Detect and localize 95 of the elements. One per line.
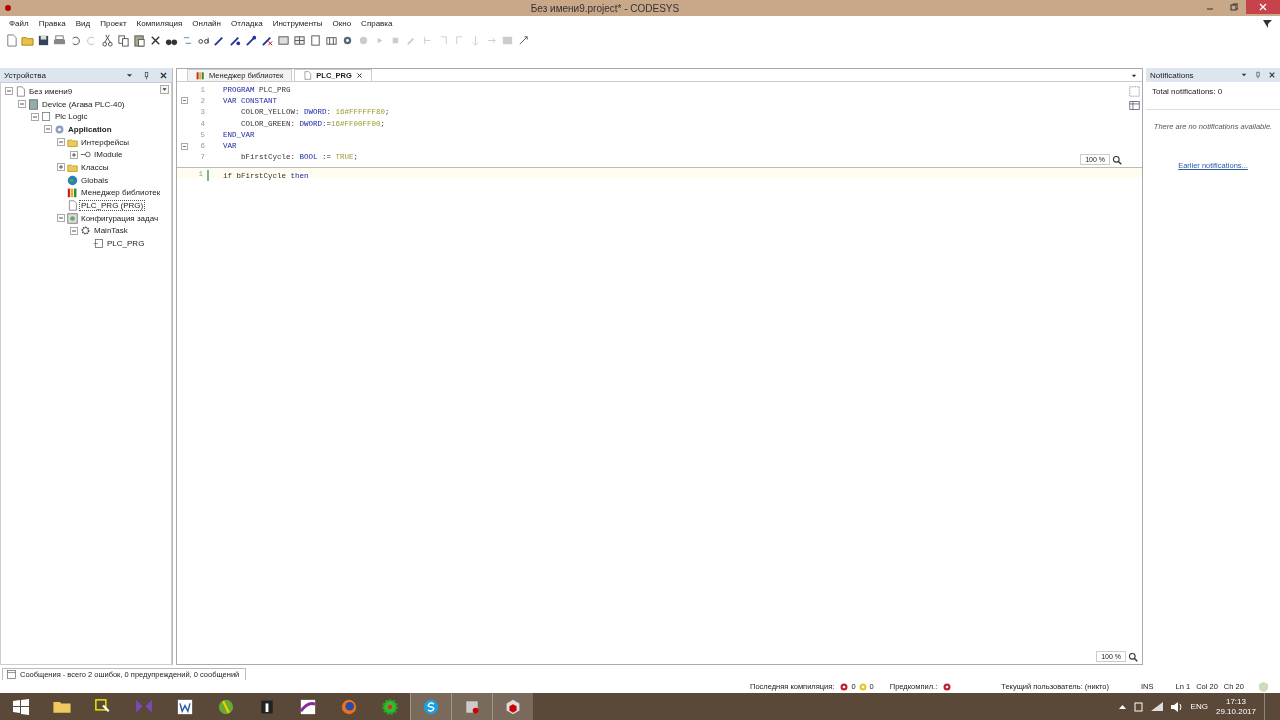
restore-icon xyxy=(1230,3,1238,11)
close-icon xyxy=(1259,3,1267,11)
filter-icon[interactable] xyxy=(1263,19,1272,28)
taskbar-app[interactable] xyxy=(451,693,492,720)
delete-icon[interactable] xyxy=(149,34,162,47)
tree-item[interactable]: Plc Logic xyxy=(54,112,89,122)
expander-icon[interactable] xyxy=(44,125,52,134)
error-icon xyxy=(840,682,849,691)
tree-item[interactable]: PLC_PRG xyxy=(106,239,146,249)
network-icon[interactable] xyxy=(1133,701,1143,712)
new-file-icon[interactable] xyxy=(5,34,18,47)
expand-icon[interactable] xyxy=(517,34,530,47)
pin-icon[interactable] xyxy=(142,70,151,80)
close-icon[interactable] xyxy=(159,70,168,80)
app-icon xyxy=(4,4,12,12)
print-icon[interactable] xyxy=(53,34,66,47)
pin-icon[interactable] xyxy=(245,34,258,47)
volume-icon[interactable] xyxy=(1170,701,1183,712)
menu-item[interactable]: Компиляция xyxy=(131,19,188,28)
clock[interactable]: 17:13 29.10.2017 xyxy=(1215,696,1256,717)
table-icon[interactable] xyxy=(1129,100,1140,111)
tree-item[interactable]: IModule xyxy=(93,150,124,160)
window-title: Без имени9.project* - CODESYS xyxy=(529,2,681,14)
save-icon[interactable] xyxy=(37,34,50,47)
pane-title: Устройства xyxy=(4,70,47,80)
grid-icon[interactable] xyxy=(293,34,306,47)
page-icon[interactable] xyxy=(41,111,52,123)
tree-item[interactable]: Device (Агава PLC-40) xyxy=(41,99,126,109)
copy-icon[interactable] xyxy=(117,34,130,47)
books-icon[interactable] xyxy=(67,187,78,199)
fold-icon[interactable] xyxy=(180,142,188,150)
tree-item[interactable]: Классы xyxy=(80,162,110,172)
expander-icon[interactable] xyxy=(57,214,65,223)
menu-item[interactable]: Инструменты xyxy=(267,19,328,28)
flower-icon xyxy=(379,696,400,717)
error-icon xyxy=(943,682,952,691)
paste-icon[interactable] xyxy=(133,34,146,47)
fold-icon[interactable] xyxy=(180,97,188,105)
menu-item[interactable]: Правка xyxy=(33,19,71,28)
page-icon[interactable] xyxy=(67,200,78,212)
table-icon[interactable] xyxy=(325,34,338,47)
menu-item[interactable]: Онлайн xyxy=(187,19,226,28)
shield-icon xyxy=(1259,681,1268,692)
zoom-icon[interactable] xyxy=(1112,154,1122,165)
notification-count: Total notifications: 0 xyxy=(1152,87,1223,96)
tree-item[interactable]: Без имени9 xyxy=(28,86,74,96)
page-icon[interactable] xyxy=(93,238,104,250)
menu-item[interactable]: Проект xyxy=(95,19,132,28)
tree-item[interactable]: Application xyxy=(67,124,113,134)
pin-icon[interactable] xyxy=(229,34,242,47)
tree-item[interactable]: Globals xyxy=(80,175,110,185)
menu-item[interactable]: Окно xyxy=(327,19,357,28)
language-indicator[interactable]: ENG xyxy=(1190,702,1208,711)
window-icon[interactable] xyxy=(7,670,16,679)
warning-icon xyxy=(858,682,867,691)
taskbar-app[interactable] xyxy=(410,693,451,720)
menu-item[interactable]: Справка xyxy=(356,19,398,28)
undo-icon[interactable] xyxy=(69,34,82,47)
pin-icon[interactable] xyxy=(261,34,274,47)
expander-icon[interactable] xyxy=(31,112,39,121)
expander-icon[interactable] xyxy=(57,138,65,147)
cut-icon[interactable] xyxy=(101,34,114,47)
close-icon[interactable] xyxy=(355,72,363,79)
menu-item[interactable]: Файл xyxy=(4,19,34,28)
tree-item[interactable]: Интерфейсы xyxy=(80,137,130,147)
windows-logo-icon xyxy=(11,697,30,716)
expander-icon[interactable] xyxy=(70,226,78,235)
tree-item[interactable]: Конфигурация задач xyxy=(80,213,160,223)
device-icon[interactable] xyxy=(28,98,39,110)
dropdown-icon[interactable] xyxy=(160,85,169,94)
dropdown-icon[interactable] xyxy=(1130,72,1138,80)
signal-icon[interactable] xyxy=(1150,702,1163,711)
chevron-up-icon[interactable] xyxy=(1118,704,1126,709)
tree-item[interactable]: MainTask xyxy=(93,226,129,236)
page-icon[interactable] xyxy=(309,34,322,47)
books-icon[interactable] xyxy=(196,71,205,80)
menu-item[interactable]: Отладка xyxy=(226,19,268,28)
taskbar-app[interactable] xyxy=(492,693,533,720)
dropdown-icon[interactable] xyxy=(1240,71,1248,79)
expander-icon[interactable] xyxy=(18,100,26,109)
close-button[interactable] xyxy=(1246,0,1280,14)
menu-item[interactable]: Вид xyxy=(70,19,96,28)
pane-title: Notifications xyxy=(1150,70,1195,80)
zoom-icon[interactable] xyxy=(1128,651,1138,662)
pin-icon[interactable] xyxy=(213,34,226,47)
folder-icon[interactable] xyxy=(67,136,78,148)
page-icon[interactable] xyxy=(15,85,26,97)
expander-icon[interactable] xyxy=(57,163,65,172)
tree-item[interactable]: PLC_PRG (PRG) xyxy=(80,201,145,211)
folder-icon[interactable] xyxy=(67,161,78,173)
expander-icon[interactable] xyxy=(70,150,78,159)
expander-icon[interactable] xyxy=(5,87,13,96)
close-icon[interactable] xyxy=(1268,71,1276,79)
globe-icon[interactable] xyxy=(67,174,78,186)
tree-item[interactable]: Менеджер библиотек xyxy=(80,188,162,198)
